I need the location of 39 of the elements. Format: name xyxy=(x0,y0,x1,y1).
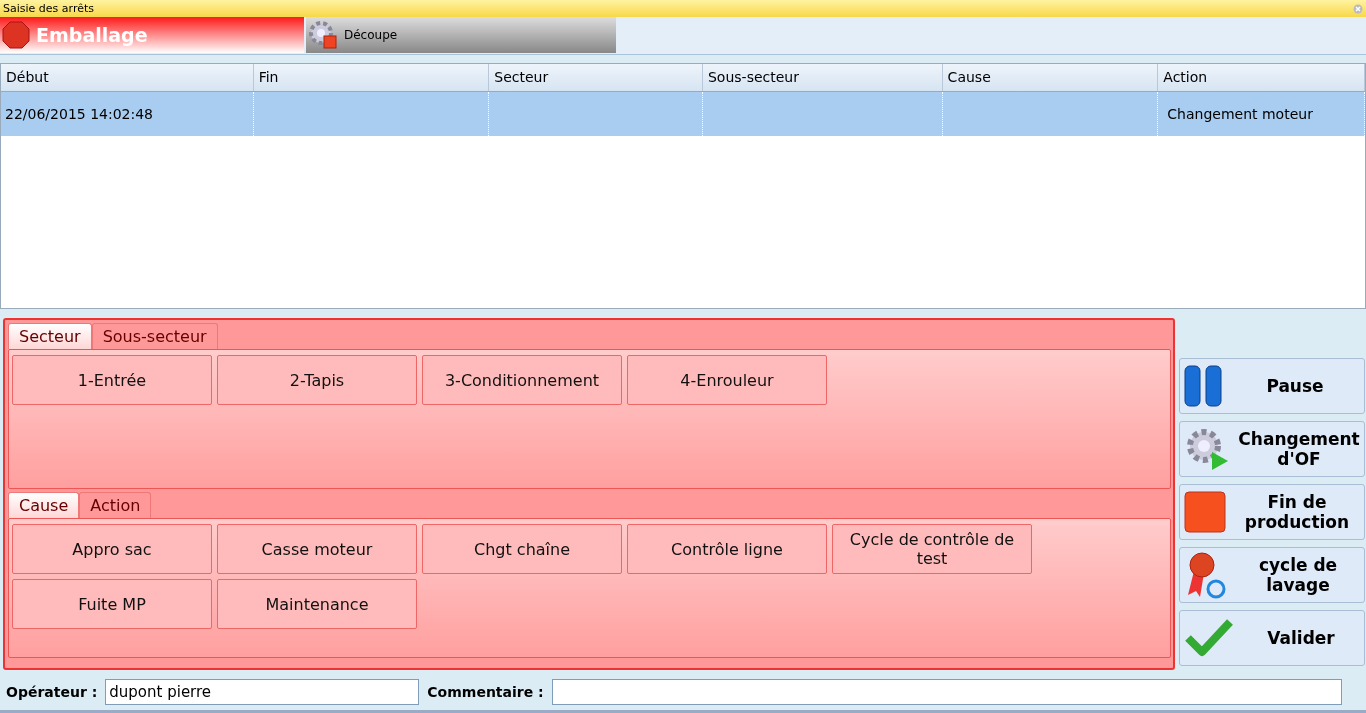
line-tab[interactable]: Découpe xyxy=(306,17,616,53)
choice-button[interactable]: 3-Conditionnement xyxy=(422,355,622,405)
comment-field[interactable] xyxy=(551,678,1342,705)
stop-square-icon xyxy=(1184,491,1226,533)
operator-field[interactable]: dupont pierre xyxy=(105,678,420,705)
column-header[interactable]: Cause xyxy=(942,64,1159,91)
choice-button[interactable]: 4-Enrouleur xyxy=(627,355,827,405)
column-header[interactable]: Action xyxy=(1158,64,1365,91)
choice-button[interactable]: Appro sac xyxy=(12,524,212,574)
pause-icon xyxy=(1184,365,1222,407)
stop-sign-icon xyxy=(2,21,30,49)
table-cell: Changement moteur xyxy=(1167,106,1313,122)
operator-label: Opérateur : xyxy=(6,683,98,700)
action-button[interactable]: Changement d'OF xyxy=(1179,421,1365,477)
choice-button[interactable]: Fuite MP xyxy=(12,579,212,629)
gear-icon xyxy=(308,20,338,50)
table-cell: 22/06/2015 14:02:48 xyxy=(5,106,154,122)
tab[interactable]: Secteur xyxy=(8,323,92,349)
window-title: Saisie des arrêts xyxy=(3,2,94,15)
choice-button[interactable]: Casse moteur xyxy=(217,524,417,574)
column-header[interactable]: Sous-secteur xyxy=(702,64,943,91)
tab[interactable]: Cause xyxy=(8,492,80,518)
gear-play-icon xyxy=(1184,426,1230,472)
choice-button[interactable]: Chgt chaîne xyxy=(422,524,622,574)
close-icon[interactable] xyxy=(1353,3,1363,14)
column-header[interactable]: Secteur xyxy=(489,64,703,91)
choice-button[interactable]: Maintenance xyxy=(217,579,417,629)
choice-button[interactable]: 1-Entrée xyxy=(12,355,212,405)
action-button[interactable]: Pause xyxy=(1179,358,1365,414)
choice-button[interactable]: Contrôle ligne xyxy=(627,524,827,574)
choice-button[interactable]: 2-Tapis xyxy=(217,355,417,405)
action-button[interactable]: Valider xyxy=(1179,610,1365,666)
comment-label: Commentaire : xyxy=(427,683,544,700)
column-header[interactable]: Fin xyxy=(253,64,490,91)
choice-button[interactable]: Cycle de contrôle de test xyxy=(832,524,1032,574)
check-icon xyxy=(1184,618,1234,658)
column-header[interactable]: Début xyxy=(1,64,254,91)
action-button[interactable]: cycle de lavage xyxy=(1179,547,1365,603)
action-button[interactable]: Fin de production xyxy=(1179,484,1365,540)
